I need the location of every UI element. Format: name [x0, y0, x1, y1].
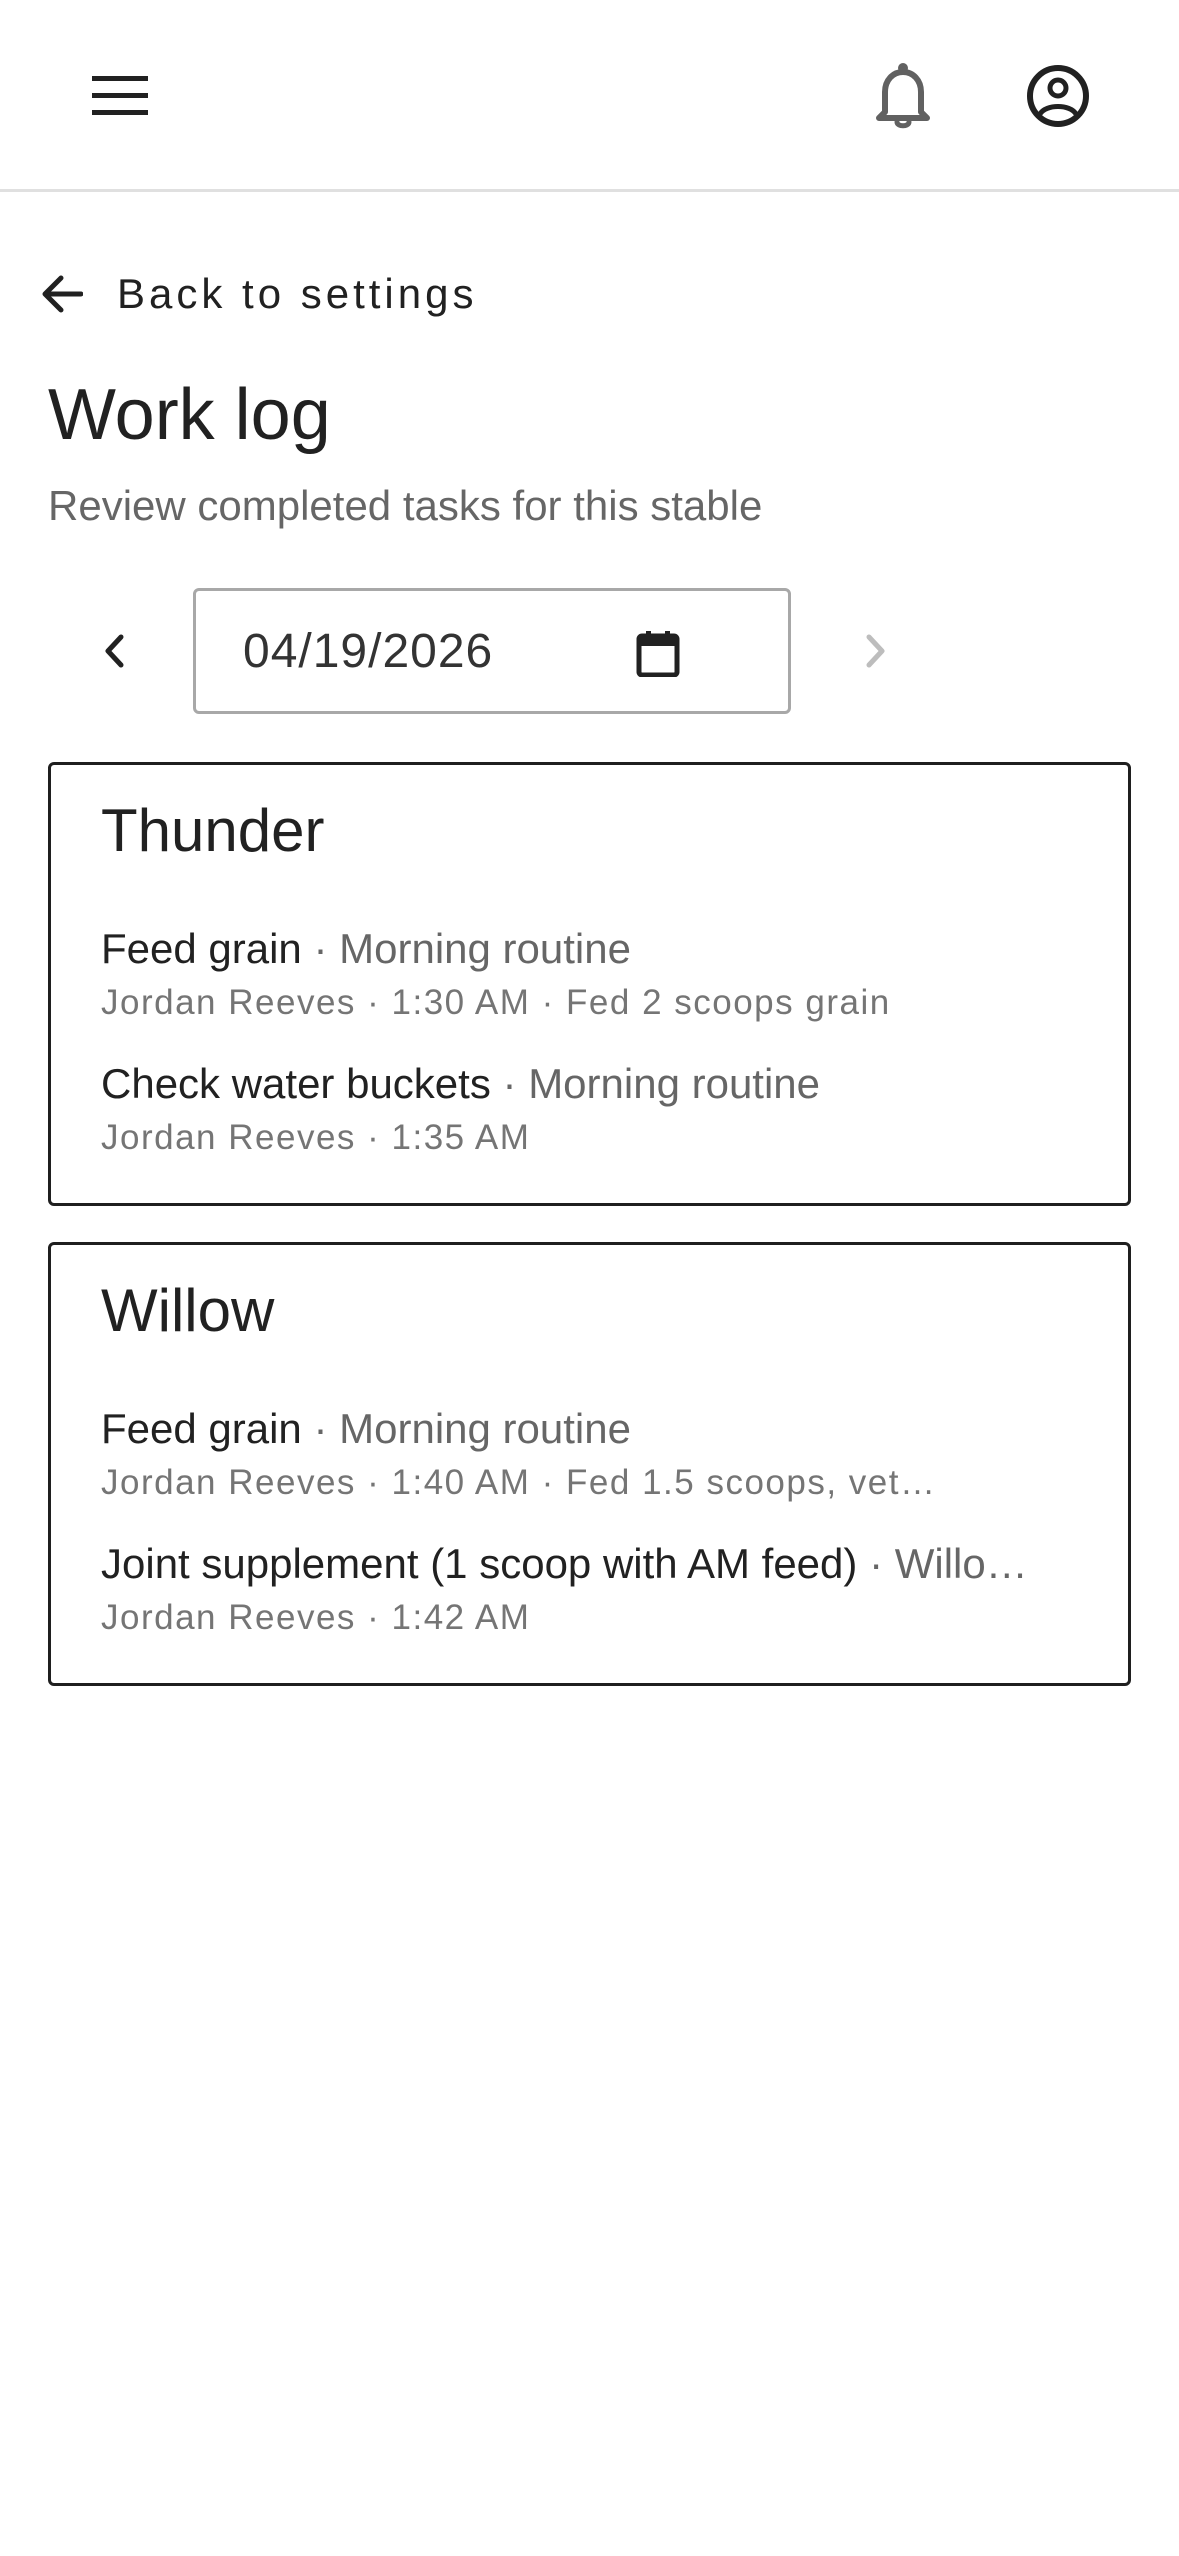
task-entry: Check water buckets · Morning routine Jo…	[101, 1058, 1101, 1160]
previous-day-button[interactable]	[72, 609, 156, 693]
chevron-left-icon	[105, 634, 124, 668]
task-routine: Morning routine	[339, 925, 631, 972]
next-day-button[interactable]	[834, 609, 918, 693]
task-entry: Feed grain · Morning routine Jordan Reev…	[101, 923, 1101, 1025]
task-meta: Jordan Reeves · 1:40 AM · Fed 1.5 scoops…	[101, 1463, 937, 1502]
back-to-settings-link[interactable]: Back to settings	[38, 262, 477, 326]
task-title-line: Check water buckets · Morning routine	[101, 1058, 1101, 1110]
task-meta: Jordan Reeves · 1:30 AM · Fed 2 scoops g…	[101, 983, 891, 1022]
date-navigation: 04/19/2026	[48, 588, 1131, 714]
horse-name: Thunder	[101, 797, 325, 864]
task-name: Feed grain	[101, 925, 302, 972]
chevron-right-icon	[866, 634, 885, 668]
task-entry: Joint supplement (1 scoop with AM feed) …	[101, 1538, 1101, 1640]
top-app-bar	[0, 0, 1179, 192]
account-button[interactable]	[1003, 41, 1113, 151]
calendar-icon[interactable]	[634, 629, 682, 677]
task-routine: Morning routine	[339, 1405, 631, 1452]
task-title-line: Feed grain · Morning routine	[101, 923, 1101, 975]
menu-button[interactable]	[65, 41, 175, 151]
separator: ·	[313, 1405, 328, 1452]
arrow-left-icon	[38, 270, 86, 318]
date-input[interactable]: 04/19/2026	[193, 588, 791, 714]
horse-card-thunder: Thunder Feed grain · Morning routine Jor…	[48, 762, 1131, 1206]
horse-card-willow: Willow Feed grain · Morning routine Jord…	[48, 1242, 1131, 1686]
task-title-line: Joint supplement (1 scoop with AM feed) …	[101, 1538, 1101, 1590]
task-name: Joint supplement (1 scoop with AM feed)	[101, 1540, 858, 1587]
task-routine: Morning routine	[528, 1060, 821, 1107]
notifications-button[interactable]	[848, 41, 958, 151]
task-routine: Willo…	[894, 1540, 1028, 1587]
hamburger-menu-icon	[92, 76, 148, 115]
back-link-label: Back to settings	[117, 270, 478, 317]
date-input-value: 04/19/2026	[243, 624, 494, 678]
account-circle-icon	[1027, 65, 1089, 127]
separator: ·	[313, 925, 328, 972]
bell-icon	[876, 63, 930, 129]
task-meta: Jordan Reeves · 1:42 AM	[101, 1598, 531, 1637]
separator: ·	[502, 1060, 517, 1107]
task-name: Check water buckets	[101, 1060, 491, 1107]
page-subtitle: Review completed tasks for this stable	[48, 482, 763, 529]
task-meta: Jordan Reeves · 1:35 AM	[101, 1118, 531, 1157]
horse-name: Willow	[101, 1277, 275, 1344]
page-title: Work log	[48, 375, 331, 455]
task-title-line: Feed grain · Morning routine	[101, 1403, 1101, 1455]
separator: ·	[869, 1540, 884, 1587]
task-entry: Feed grain · Morning routine Jordan Reev…	[101, 1403, 1101, 1505]
task-name: Feed grain	[101, 1405, 302, 1452]
